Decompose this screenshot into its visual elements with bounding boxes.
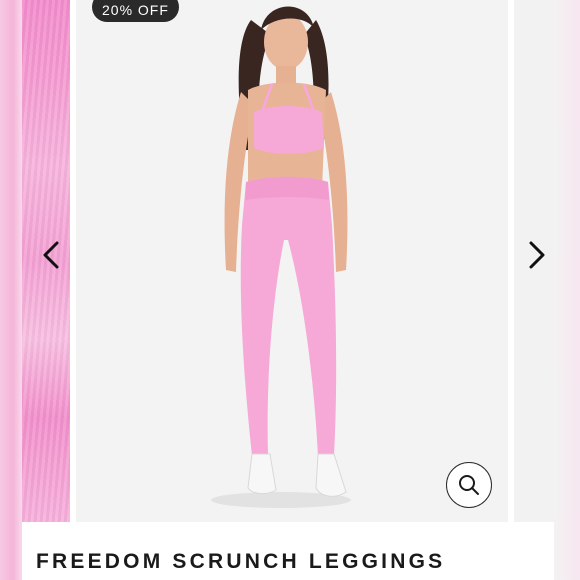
right-blur-frame [554,0,580,580]
chevron-right-icon [529,241,545,269]
chevron-left-icon [43,241,59,269]
next-image-button[interactable] [522,238,552,272]
zoom-button[interactable] [446,462,492,508]
product-main-image[interactable] [76,0,508,522]
discount-badge: 20% OFF [92,0,179,22]
previous-image-button[interactable] [36,238,66,272]
product-title: FREEDOM SCRUNCH LEGGINGS [36,550,446,573]
search-icon [459,475,479,495]
model-photo [211,6,351,508]
left-blur-frame [0,0,22,580]
